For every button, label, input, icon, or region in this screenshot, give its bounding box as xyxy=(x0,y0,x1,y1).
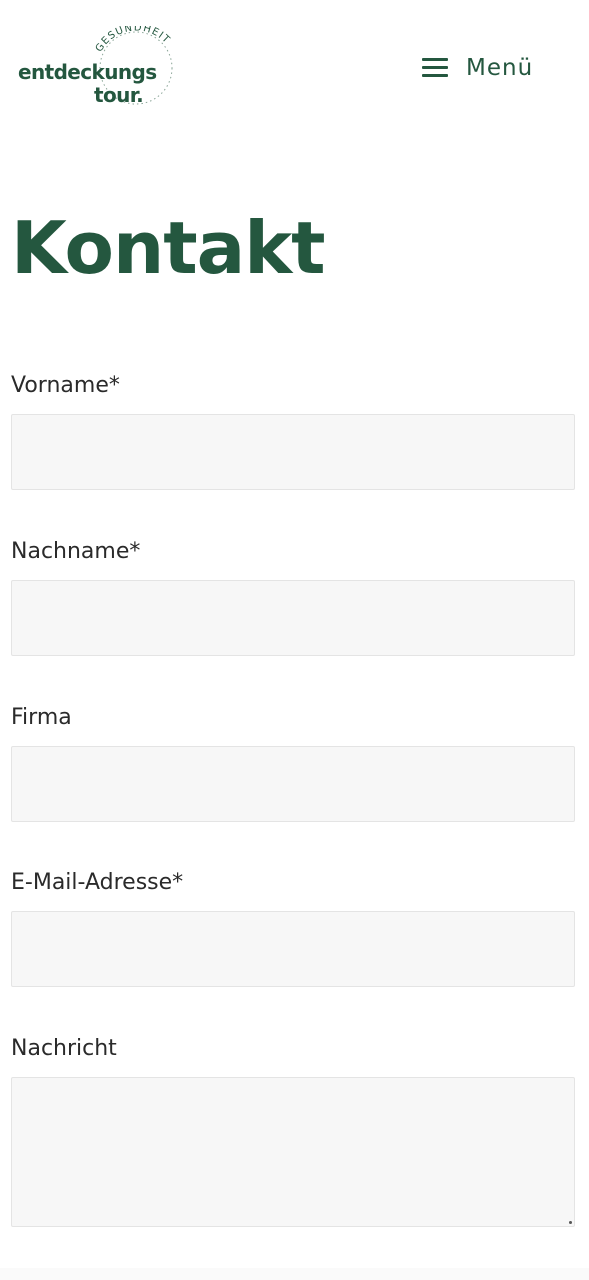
email-group: E-Mail-Adresse* xyxy=(11,869,575,987)
logo-text-line1: entdeckungs xyxy=(18,60,157,84)
page-title: Kontakt xyxy=(11,206,326,290)
logo-arc-text: GESUNDHEIT xyxy=(94,26,172,54)
company-label: Firma xyxy=(11,705,72,730)
email-input[interactable] xyxy=(11,911,575,987)
message-group: Nachricht xyxy=(11,1035,575,1227)
message-field-wrapper xyxy=(11,1077,575,1227)
company-input[interactable] xyxy=(11,746,575,822)
first-name-group: Vorname* xyxy=(11,372,575,490)
last-name-group: Nachname* xyxy=(11,538,575,656)
last-name-label: Nachname* xyxy=(11,539,141,564)
first-name-input[interactable] xyxy=(11,414,575,490)
first-name-label: Vorname* xyxy=(11,373,120,398)
logo-text-line2: tour. xyxy=(94,83,144,107)
email-label: E-Mail-Adresse* xyxy=(11,870,184,895)
resize-handle-icon[interactable] xyxy=(569,1221,572,1224)
hamburger-icon[interactable] xyxy=(420,57,450,79)
menu-button[interactable]: Menü xyxy=(420,48,533,88)
message-label: Nachricht xyxy=(11,1036,117,1061)
site-header: GESUNDHEIT entdeckungs tour. Menü xyxy=(0,0,589,135)
page: GESUNDHEIT entdeckungs tour. Menü Kontak… xyxy=(0,0,589,1280)
company-group: Firma xyxy=(11,704,575,822)
last-name-input[interactable] xyxy=(11,580,575,656)
bottom-strip xyxy=(0,1268,589,1280)
site-logo[interactable]: GESUNDHEIT entdeckungs tour. xyxy=(16,26,178,112)
message-textarea[interactable] xyxy=(11,1077,575,1227)
menu-label[interactable]: Menü xyxy=(466,55,533,81)
